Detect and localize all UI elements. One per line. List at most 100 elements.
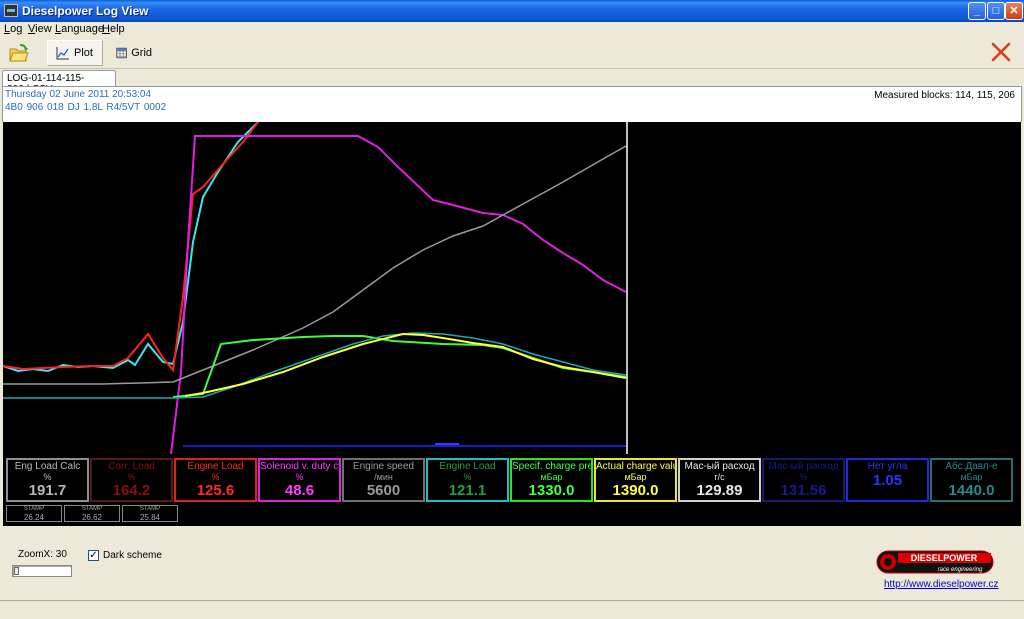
gauge-value: 125.6: [196, 482, 235, 499]
gauge-name: Абс.Давл-е: [945, 461, 998, 472]
minimize-button[interactable]: _: [968, 2, 986, 20]
gauge-name: Eng Load Calc: [14, 461, 81, 472]
gauge-value: 5600: [366, 482, 401, 499]
gauge-7[interactable]: Specif. charge press.мБар1330.0: [510, 458, 593, 502]
plot-icon: [56, 47, 69, 60]
gauge-value: 164.2: [112, 482, 151, 499]
trace-cyan: [3, 122, 259, 373]
trace-red: [3, 122, 259, 373]
gauge-8[interactable]: Actual charge value мБар 1390.0: [594, 458, 677, 502]
gauge-value: 1330.0: [528, 482, 575, 499]
open-log-button[interactable]: [8, 42, 30, 64]
tab-log-file[interactable]: LOG-01-114-115-206d.CSV: [2, 70, 116, 95]
log-date: Thursday 02 June 2011 20:53:04: [5, 89, 152, 100]
gauge-value: 121.1: [448, 482, 487, 499]
plot-view-button[interactable]: Plot: [47, 40, 103, 66]
app-icon: [4, 4, 18, 17]
maximize-button[interactable]: □: [987, 2, 1005, 20]
gauge-value: 1440.0: [948, 482, 995, 499]
footer-panel: ZoomX: 30 ✓ Dark scheme DIESELPOWER race…: [0, 527, 1024, 619]
plot-canvas[interactable]: [3, 122, 1021, 454]
gauge-unit: %: [799, 472, 808, 482]
gauge-5[interactable]: Engine speed/мин 5600: [342, 458, 425, 502]
gauge-unit: %: [295, 472, 304, 482]
stamp-3: STAMP 25.84: [122, 505, 178, 522]
status-bar: [0, 600, 1024, 619]
window-title: Dieselpower Log View: [22, 4, 149, 18]
grid-view-button[interactable]: Grid: [108, 40, 160, 66]
plot-view-label: Plot: [74, 47, 93, 59]
app-window: Dieselpower Log View _ □ ✕ Log View Lang…: [0, 0, 1024, 619]
gauge-10[interactable]: Мас-ый расход% 131.56: [762, 458, 845, 502]
zoom-slider[interactable]: [12, 565, 72, 577]
stamp-value: 26.62: [81, 513, 103, 522]
toolbar: Plot Grid: [0, 37, 1024, 69]
gauge-value: 191.7: [28, 482, 67, 499]
gauge-value: 131.56: [780, 482, 827, 499]
grid-icon: [116, 47, 127, 59]
gauge-unit: мБар: [540, 472, 563, 482]
zoom-label: ZoomX: 30: [18, 549, 67, 560]
open-folder-icon: [9, 44, 29, 62]
menu-view[interactable]: View: [28, 23, 52, 35]
gauge-6[interactable]: Engine Load% 121.1: [426, 458, 509, 502]
gauge-9[interactable]: Мас-ый расход г/с 129.89: [678, 458, 761, 502]
gauge-unit: %: [463, 472, 472, 482]
stamp-2: STAMP 26.62: [64, 505, 120, 522]
dieselpower-logo: DIESELPOWER race engineering: [876, 550, 994, 574]
gauge-name: Engine Load: [439, 461, 496, 472]
dark-scheme-checkbox[interactable]: ✓: [88, 550, 99, 561]
trace-magenta: [170, 135, 627, 454]
stamp-value: 25.84: [139, 513, 161, 522]
website-link[interactable]: http://www.dieselpower.cz: [884, 579, 999, 590]
ecu-info: 4B0 906 018 DJ 1.8L R4/5VT 0002: [5, 102, 167, 113]
menu-language[interactable]: Language: [55, 23, 104, 35]
gauge-name: Actual charge value: [596, 461, 677, 472]
gauge-11[interactable]: Нет угла 1.05: [846, 458, 929, 502]
gauge-unit: /мин: [374, 472, 393, 482]
gauge-unit: %: [43, 472, 52, 482]
stamp-label: STAMP: [81, 506, 103, 512]
gauge-name: Solenoid v. duty cycle: [260, 461, 339, 472]
gauge-2[interactable]: Corr. Load% 164.2: [90, 458, 173, 502]
gauge-value: 1390.0: [612, 482, 659, 499]
gauge-unit: мБар: [960, 472, 983, 482]
close-log-button[interactable]: [990, 41, 1012, 63]
measured-blocks: Measured blocks: 114, 115, 206: [874, 90, 1015, 101]
gauge-4[interactable]: Solenoid v. duty cycle%48.6: [258, 458, 341, 502]
trace-grey: [3, 145, 627, 385]
gauge-1[interactable]: Eng Load Calc% 191.7: [6, 458, 89, 502]
stamp-label: STAMP: [139, 506, 161, 512]
dark-scheme-label: Dark scheme: [103, 550, 162, 561]
gauge-name: Engine Load: [187, 461, 244, 472]
log-info-panel: Thursday 02 June 2011 20:53:04 4B0 906 0…: [2, 86, 1022, 122]
grid-view-label: Grid: [131, 47, 152, 59]
window-close-button[interactable]: ✕: [1005, 2, 1023, 20]
logo-text: DIESELPOWER: [911, 553, 978, 563]
gauge-12[interactable]: Абс.Давл-е мБар 1440.0: [930, 458, 1013, 502]
gauge-value: 1.05: [872, 472, 903, 489]
menu-help[interactable]: Help: [102, 23, 125, 35]
menu-bar: Log View Language Help: [0, 22, 1024, 37]
gauge-name: Мас-ый расход: [684, 461, 755, 472]
close-log-icon: [991, 42, 1011, 62]
log-plot[interactable]: [3, 122, 1021, 454]
gauge-panel: Eng Load Calc% 191.7 Corr. Load% 164.2 Engin…: [3, 454, 1021, 526]
gauge-unit: г/с: [714, 472, 725, 482]
stamp-1: STAMP 26.24: [6, 505, 62, 522]
trace-yellow: [184, 332, 627, 397]
stamp-label: STAMP: [23, 506, 45, 512]
stamp-value: 26.24: [23, 513, 45, 522]
gauge-name: Мас-ый расход: [768, 461, 839, 472]
gauge-name: Specif. charge press.: [512, 461, 593, 472]
gauge-value: 48.6: [284, 482, 315, 499]
gauge-name: Engine speed: [352, 461, 415, 472]
gauge-name: Нет угла: [867, 461, 908, 472]
zoom-slider-thumb[interactable]: [14, 567, 19, 575]
gauge-3[interactable]: Engine Load% 125.6: [174, 458, 257, 502]
logo-subtext: race engineering: [938, 567, 983, 573]
gauge-unit: %: [127, 472, 136, 482]
title-bar[interactable]: Dieselpower Log View _ □ ✕: [0, 0, 1024, 22]
menu-log[interactable]: Log: [4, 23, 22, 35]
gauge-value: 129.89: [696, 482, 743, 499]
